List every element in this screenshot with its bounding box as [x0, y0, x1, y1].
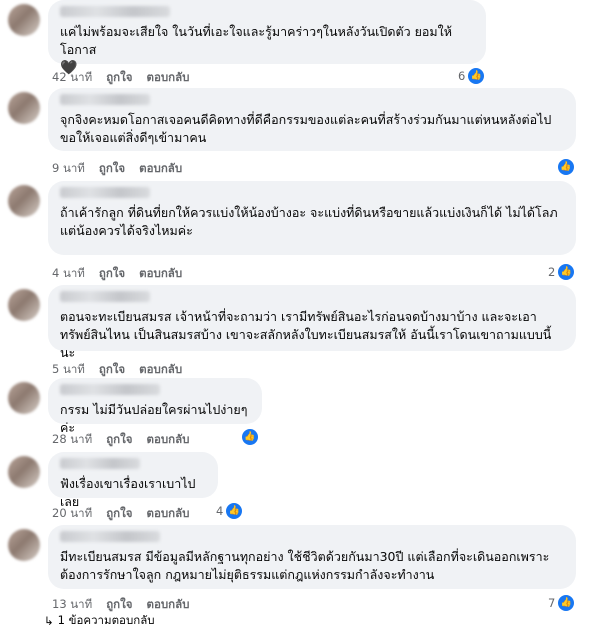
- comment-text: มีทะเบียนสมรส มีข้อมูลมีหลักฐานทุกอย่าง …: [60, 549, 550, 582]
- reaction-count[interactable]: 👍: [558, 159, 574, 175]
- timestamp[interactable]: 28 นาที: [52, 431, 92, 449]
- reply-arrow-icon: ↳: [44, 614, 54, 628]
- comment-meta: 42 นาที ถูกใจ ตอบกลับ: [52, 69, 189, 87]
- reply-link[interactable]: ตอบกลับ: [139, 361, 182, 379]
- like-link[interactable]: ถูกใจ: [99, 361, 125, 379]
- comment-meta: 4 นาที ถูกใจ ตอบกลับ: [52, 265, 182, 283]
- like-link[interactable]: ถูกใจ: [99, 265, 125, 283]
- avatar[interactable]: [8, 92, 40, 124]
- comment-meta: 9 นาที ถูกใจ ตอบกลับ: [52, 160, 182, 178]
- reply-link[interactable]: ตอบกลับ: [146, 431, 189, 449]
- comment-bubble: ตอนจะทะเบียนสมรส เจ้าหน้าที่จะถามว่า เรา…: [48, 285, 576, 360]
- thumbs-up-icon: 👍: [226, 503, 243, 519]
- comment-meta: 20 นาที ถูกใจ ตอบกลับ: [52, 505, 189, 523]
- commenter-name-blurred[interactable]: [60, 291, 150, 302]
- comment-text: ตอนจะทะเบียนสมรส เจ้าหน้าที่จะถามว่า เรา…: [60, 309, 552, 360]
- reaction-count[interactable]: 👍: [242, 429, 258, 445]
- commenter-name-blurred[interactable]: [60, 384, 160, 395]
- reaction-count[interactable]: 6 👍: [458, 68, 485, 84]
- reply-link[interactable]: ตอบกลับ: [139, 160, 182, 178]
- reaction-count[interactable]: 2 👍: [548, 264, 575, 280]
- reply-link[interactable]: ตอบกลับ: [146, 505, 189, 523]
- comment-meta: 28 นาที ถูกใจ ตอบกลับ: [52, 431, 189, 449]
- avatar[interactable]: [8, 382, 40, 414]
- commenter-name-blurred[interactable]: [60, 458, 140, 469]
- timestamp[interactable]: 5 นาที: [52, 361, 85, 379]
- reply-link[interactable]: ตอบกลับ: [139, 265, 182, 283]
- comment-meta: 5 นาที ถูกใจ ตอบกลับ: [52, 361, 182, 379]
- comment-text: ถ้าเค้ารักลูก ที่ดินที่ยกให้ควรแบ่งให้น้…: [60, 205, 558, 238]
- timestamp[interactable]: 20 นาที: [52, 505, 92, 523]
- commenter-name-blurred[interactable]: [60, 94, 150, 105]
- thumbs-up-icon: 👍: [468, 68, 485, 84]
- timestamp[interactable]: 9 นาที: [52, 160, 85, 178]
- comment-bubble: ถ้าเค้ารักลูก ที่ดินที่ยกให้ควรแบ่งให้น้…: [48, 181, 576, 255]
- like-link[interactable]: ถูกใจ: [106, 505, 132, 523]
- avatar[interactable]: [8, 4, 40, 36]
- like-link[interactable]: ถูกใจ: [99, 160, 125, 178]
- like-link[interactable]: ถูกใจ: [106, 431, 132, 449]
- thumbs-up-icon: 👍: [242, 429, 258, 445]
- thumbs-up-icon: 👍: [558, 595, 575, 611]
- reaction-count[interactable]: 7 👍: [548, 595, 575, 611]
- avatar[interactable]: [8, 289, 40, 321]
- avatar[interactable]: [8, 456, 40, 488]
- thumbs-up-icon: 👍: [558, 159, 574, 175]
- timestamp[interactable]: 42 นาที: [52, 69, 92, 87]
- commenter-name-blurred[interactable]: [60, 531, 160, 542]
- commenter-name-blurred[interactable]: [60, 6, 170, 17]
- comment-bubble: จุกจิงคะหมดโอกาสเจอคนดีคิดทางที่ดีคือกรร…: [48, 88, 576, 151]
- comment-bubble: ฟังเรื่องเขาเรื่องเราเบาไปเลย: [48, 452, 218, 509]
- like-link[interactable]: ถูกใจ: [106, 69, 132, 87]
- comment-bubble: กรรม ไม่มีวันปล่อยใครผ่านไปง่ายๆค่ะ: [48, 378, 262, 435]
- reaction-count[interactable]: 4 👍: [216, 503, 243, 519]
- comment-text: แค่ไม่พร้อมจะเสียใจ ในวันที่เอะใจและรู้ม…: [60, 24, 452, 57]
- avatar[interactable]: [8, 529, 40, 561]
- comment-bubble: มีทะเบียนสมรส มีข้อมูลมีหลักฐานทุกอย่าง …: [48, 525, 576, 589]
- view-replies-link[interactable]: ↳ 1 ข้อความตอบกลับ: [44, 612, 155, 630]
- comment-text: จุกจิงคะหมดโอกาสเจอคนดีคิดทางที่ดีคือกรร…: [60, 112, 552, 145]
- commenter-name-blurred[interactable]: [60, 187, 150, 198]
- view-replies-label: 1 ข้อความตอบกลับ: [57, 613, 155, 627]
- reply-link[interactable]: ตอบกลับ: [146, 69, 189, 87]
- avatar[interactable]: [8, 185, 40, 217]
- timestamp[interactable]: 4 นาที: [52, 265, 85, 283]
- comment-bubble: แค่ไม่พร้อมจะเสียใจ ในวันที่เอะใจและรู้ม…: [48, 0, 486, 76]
- thumbs-up-icon: 👍: [558, 264, 575, 280]
